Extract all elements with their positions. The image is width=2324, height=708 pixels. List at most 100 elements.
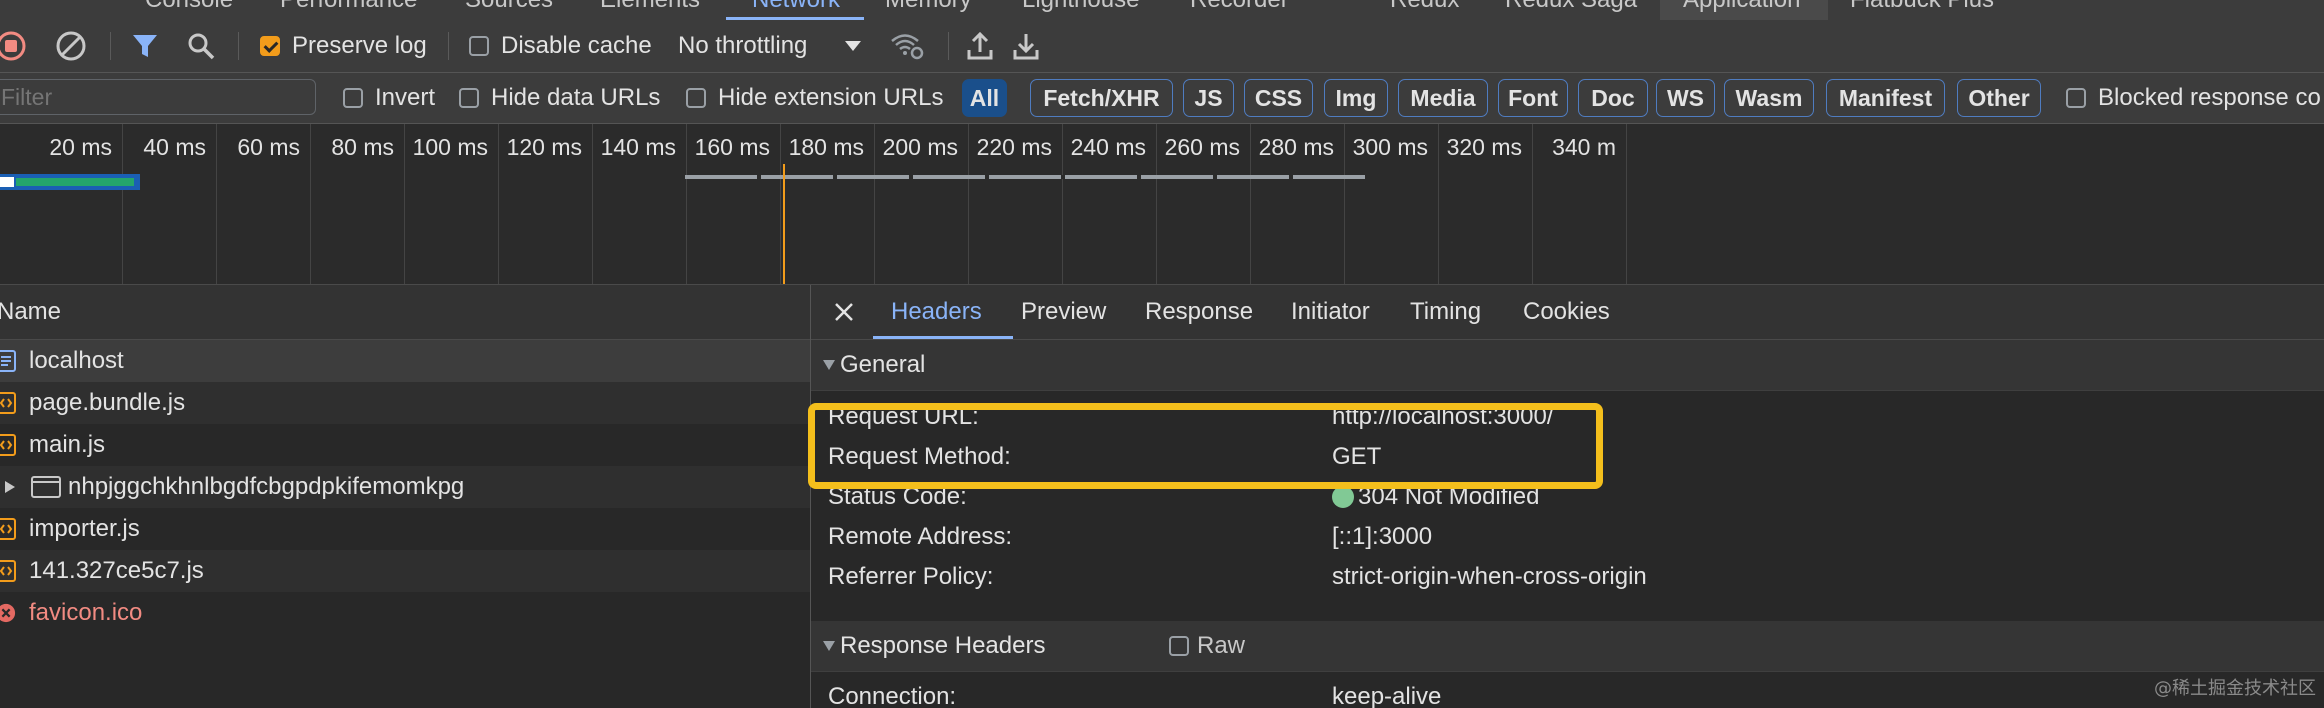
filter-toggle-button[interactable] bbox=[130, 20, 160, 72]
tab-cookies[interactable]: Cookies bbox=[1523, 285, 1610, 339]
raw-checkbox[interactable]: Raw bbox=[1169, 632, 1245, 660]
timeline-gridline bbox=[1626, 124, 1627, 284]
timeline-tick-label: 20 ms bbox=[49, 134, 112, 160]
type-chip-js[interactable]: JS bbox=[1183, 79, 1234, 117]
type-chip-wasm[interactable]: Wasm bbox=[1724, 79, 1814, 117]
timeline-request-bar-download bbox=[16, 178, 134, 186]
tab-preview[interactable]: Preview bbox=[1021, 285, 1106, 339]
script-file-icon bbox=[0, 434, 16, 456]
request-list-header[interactable]: Name bbox=[0, 285, 810, 340]
request-name: favicon.ico bbox=[29, 599, 143, 626]
name-column-header: Name bbox=[0, 298, 62, 325]
request-row[interactable]: page.bundle.js bbox=[0, 382, 810, 424]
panel-tab-strip: Console Performance Sources Elements Net… bbox=[0, 0, 2324, 21]
timeline-tick-label: 300 ms bbox=[1352, 134, 1428, 160]
network-toolbar: Preserve log Disable cache No throttling bbox=[0, 20, 2324, 73]
response-headers-section-header[interactable]: Response Headers Raw bbox=[811, 621, 2324, 672]
tab-timing[interactable]: Timing bbox=[1410, 285, 1481, 339]
tab-lighthouse[interactable]: Lighthouse bbox=[1022, 0, 1139, 14]
tab-sources[interactable]: Sources bbox=[465, 0, 553, 14]
timeline-request-bar-waiting bbox=[0, 177, 14, 187]
upload-icon bbox=[967, 31, 993, 60]
clear-button[interactable] bbox=[55, 20, 87, 72]
timeline-tick-label: 120 ms bbox=[506, 134, 582, 160]
timeline-tick-label: 60 ms bbox=[237, 134, 300, 160]
timeline-tick-label: 40 ms bbox=[143, 134, 206, 160]
timeline-tick-label: 80 ms bbox=[331, 134, 394, 160]
export-har-button[interactable] bbox=[1011, 20, 1041, 72]
timeline-tick-label: 180 ms bbox=[788, 134, 864, 160]
request-details-panel: Headers Preview Response Initiator Timin… bbox=[811, 285, 2324, 708]
type-chip-font[interactable]: Font bbox=[1498, 79, 1568, 117]
tab-initiator[interactable]: Initiator bbox=[1291, 285, 1370, 339]
request-name: nhpjggchkhnlbgdfcbgpdpkifemomkpg bbox=[68, 473, 465, 500]
tab-elements[interactable]: Elements bbox=[600, 0, 700, 14]
referrer-policy-key: Referrer Policy: bbox=[828, 563, 994, 590]
request-row[interactable]: favicon.ico bbox=[0, 592, 810, 634]
hide-data-urls-checkbox[interactable]: Hide data URLs bbox=[459, 73, 660, 123]
record-button[interactable] bbox=[0, 20, 28, 72]
hide-extension-urls-checkbox[interactable]: Hide extension URLs bbox=[686, 73, 943, 123]
type-chip-fetch-xhr[interactable]: Fetch/XHR bbox=[1030, 79, 1173, 117]
timeline-tick-label: 160 ms bbox=[694, 134, 770, 160]
request-row[interactable]: 141.327ce5c7.js bbox=[0, 550, 810, 592]
preserve-log-checkbox[interactable]: Preserve log bbox=[260, 20, 427, 72]
timeline-tick-label: 140 ms bbox=[600, 134, 676, 160]
import-har-button[interactable] bbox=[965, 20, 995, 72]
details-tab-bar: Headers Preview Response Initiator Timin… bbox=[811, 285, 2324, 340]
tab-performance[interactable]: Performance bbox=[280, 0, 417, 14]
request-row[interactable]: main.js bbox=[0, 424, 810, 466]
script-file-icon bbox=[0, 392, 16, 414]
timeline-tick-label: 100 ms bbox=[412, 134, 488, 160]
type-chip-all[interactable]: All bbox=[962, 79, 1007, 117]
tab-network[interactable]: Network bbox=[752, 0, 840, 14]
close-details-button[interactable] bbox=[833, 285, 855, 339]
type-chip-other[interactable]: Other bbox=[1957, 79, 2041, 117]
request-row[interactable]: nhpjggchkhnlbgdfcbgpdpkifemomkpg bbox=[0, 466, 810, 508]
invert-check-icon bbox=[343, 88, 363, 108]
watermark: @稀土掘金技术社区 bbox=[2154, 678, 2316, 699]
tab-headers[interactable]: Headers bbox=[891, 285, 982, 339]
timeline-request-bar-extension bbox=[685, 175, 1365, 179]
search-icon bbox=[188, 33, 215, 60]
tab-flatbuck-plus[interactable]: Flatbuck Plus bbox=[1850, 0, 1994, 14]
invert-checkbox[interactable]: Invert bbox=[343, 73, 435, 123]
throttling-value: No throttling bbox=[678, 32, 808, 59]
disable-cache-checkbox[interactable]: Disable cache bbox=[469, 20, 652, 72]
remote-address-key: Remote Address: bbox=[828, 523, 1013, 550]
type-chip-img[interactable]: Img bbox=[1324, 79, 1388, 117]
toolbar-divider bbox=[948, 32, 949, 60]
throttling-select[interactable]: No throttling bbox=[678, 20, 863, 72]
search-button[interactable] bbox=[186, 20, 216, 72]
tab-memory[interactable]: Memory bbox=[885, 0, 972, 14]
request-name: localhost bbox=[29, 347, 124, 374]
type-chip-css[interactable]: CSS bbox=[1244, 79, 1313, 117]
error-icon bbox=[0, 603, 16, 623]
timeline-overview[interactable]: 20 ms 40 ms 60 ms 80 ms 100 ms 120 ms 140 ms 16… bbox=[0, 124, 2324, 285]
raw-label: Raw bbox=[1197, 632, 1246, 659]
tab-redux[interactable]: Redux bbox=[1390, 0, 1459, 14]
request-row[interactable]: localhost bbox=[0, 340, 810, 382]
chevron-down-icon bbox=[845, 41, 862, 51]
type-chip-manifest[interactable]: Manifest bbox=[1826, 79, 1945, 117]
tab-response[interactable]: Response bbox=[1145, 285, 1253, 339]
tab-redux-saga[interactable]: Redux Saga bbox=[1505, 0, 1637, 14]
referrer-policy-value: strict-origin-when-cross-origin bbox=[1332, 563, 1647, 590]
type-chip-doc[interactable]: Doc bbox=[1578, 79, 1648, 117]
general-section-header[interactable]: General bbox=[811, 340, 2324, 391]
active-details-tab-underline bbox=[873, 336, 1013, 339]
request-row[interactable]: importer.js bbox=[0, 508, 810, 550]
blocked-response-cookies-checkbox[interactable]: Blocked response co bbox=[2066, 73, 2321, 123]
type-chip-ws[interactable]: WS bbox=[1656, 79, 1715, 117]
request-list: Name localhost page.bundle.js main.js nhpjg… bbox=[0, 285, 811, 708]
preserve-log-check-icon bbox=[260, 36, 280, 56]
tab-console[interactable]: Console bbox=[145, 0, 233, 14]
invert-label: Invert bbox=[375, 84, 436, 111]
tab-application[interactable]: Application bbox=[1683, 0, 1800, 14]
type-chip-media[interactable]: Media bbox=[1398, 79, 1488, 117]
tab-recorder[interactable]: Recorder bbox=[1190, 0, 1289, 14]
script-file-icon bbox=[0, 560, 16, 582]
network-conditions-button[interactable] bbox=[889, 20, 925, 72]
script-file-icon bbox=[0, 518, 16, 540]
filter-input[interactable] bbox=[0, 79, 316, 115]
